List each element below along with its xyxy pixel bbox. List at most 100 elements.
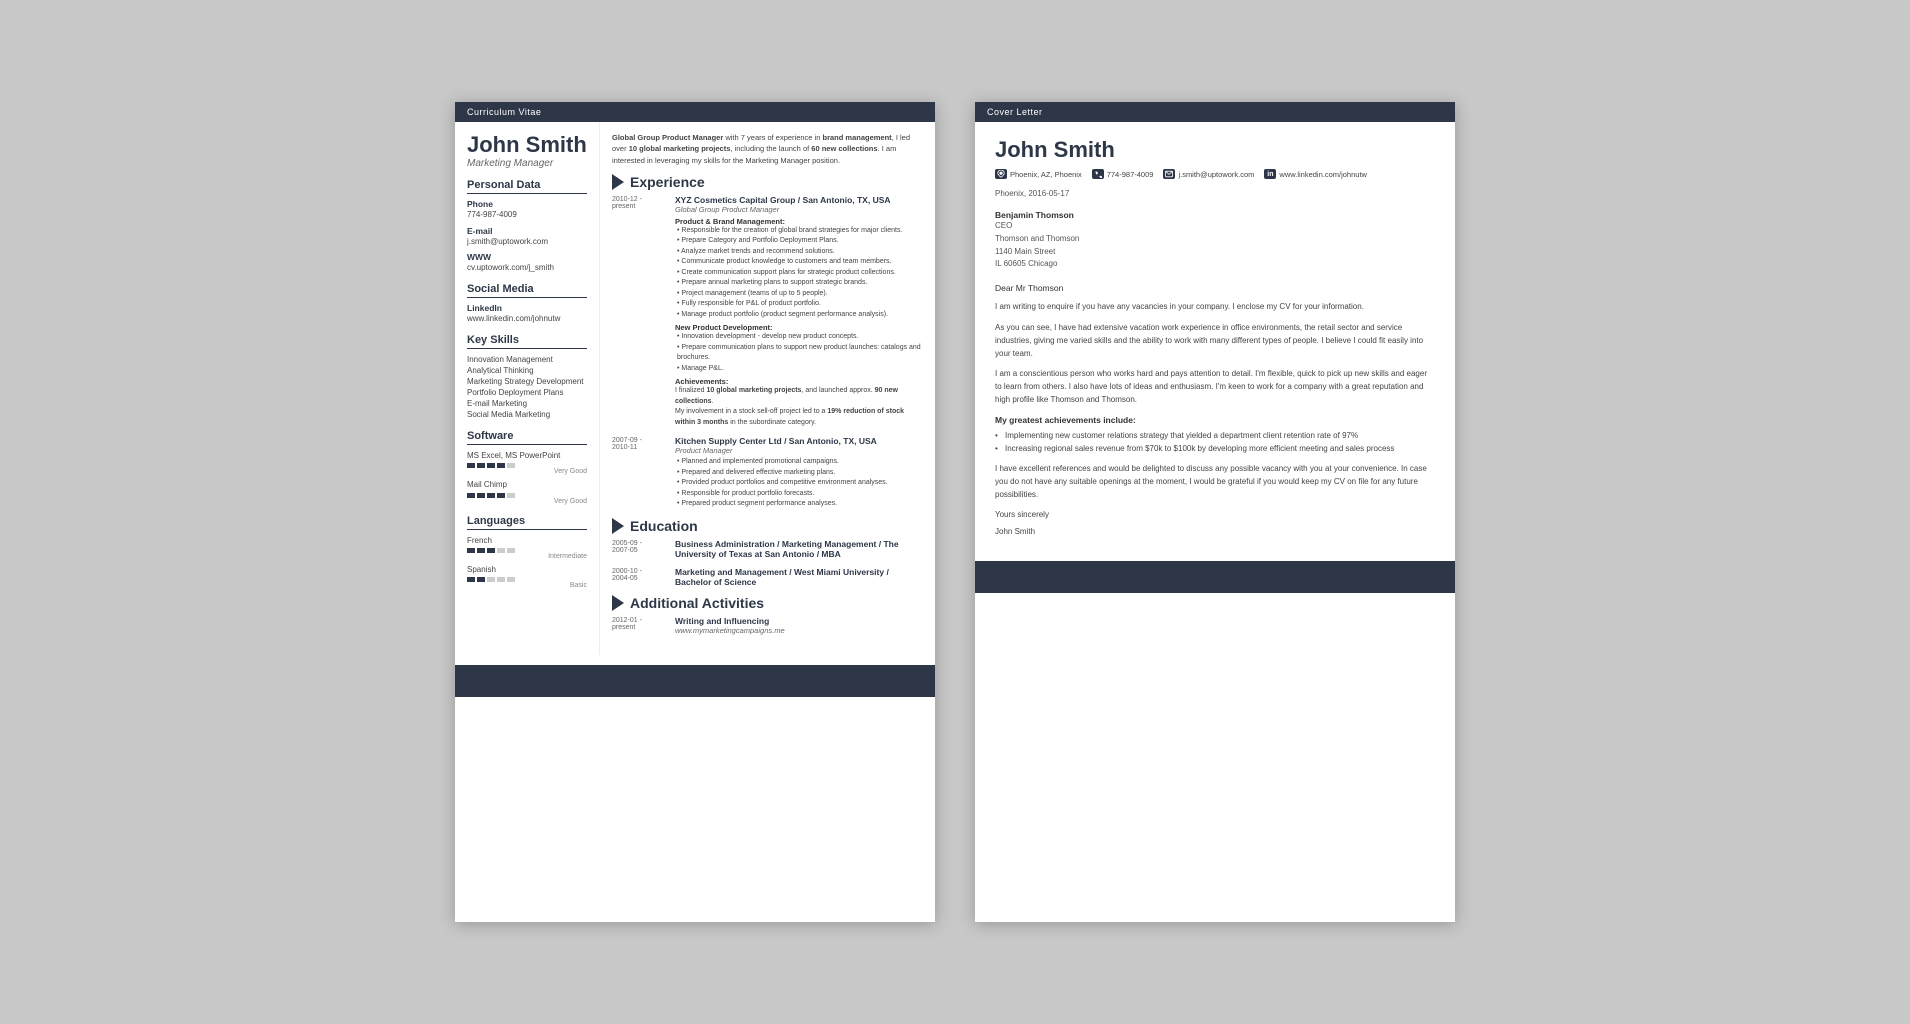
cl-header-label: Cover Letter bbox=[987, 107, 1043, 117]
cl-achievement1: Implementing new customer relations stra… bbox=[995, 430, 1435, 443]
skill-item: Analytical Thinking bbox=[467, 365, 587, 376]
linkedin-icon: in bbox=[1264, 169, 1276, 179]
skill-bar-dot bbox=[477, 493, 485, 498]
experience-entry-2: 2007-09 -2010-11 Kitchen Supply Center L… bbox=[612, 436, 923, 510]
exp1-content: XYZ Cosmetics Capital Group / San Antoni… bbox=[675, 195, 923, 429]
exp2-bullet1: • Planned and implemented promotional ca… bbox=[675, 457, 923, 468]
cv-main-content: Global Group Product Manager with 7 year… bbox=[600, 122, 935, 655]
cl-closing: Yours sincerely bbox=[995, 510, 1435, 519]
cv-job-title: Marketing Manager bbox=[467, 158, 587, 169]
key-skills-section: Key Skills bbox=[467, 334, 587, 349]
cl-paragraph4: I have excellent references and would be… bbox=[995, 463, 1435, 501]
cv-body: John Smith Marketing Manager Personal Da… bbox=[455, 122, 935, 655]
software1-level: Very Good bbox=[467, 468, 587, 475]
experience-title: Experience bbox=[630, 174, 705, 190]
edu2-institution: Marketing and Management / West Miami Un… bbox=[675, 567, 923, 587]
skill-item: Marketing Strategy Development bbox=[467, 376, 587, 387]
exp2-content: Kitchen Supply Center Ltd / San Antonio,… bbox=[675, 436, 923, 510]
software1-name: MS Excel, MS PowerPoint bbox=[467, 450, 587, 461]
exp1-npd1: • Innovation development - develop new p… bbox=[675, 332, 923, 343]
skill-bar-dot bbox=[487, 548, 495, 553]
edu-entry-2: 2000-10 -2004-05 Marketing and Managemen… bbox=[612, 567, 923, 587]
software2-level: Very Good bbox=[467, 498, 587, 505]
activities-header: Additional Activities bbox=[612, 595, 923, 611]
act1-content: Writing and Influencing www.mymarketingc… bbox=[675, 616, 923, 637]
education-header: Education bbox=[612, 518, 923, 534]
lang1-level: Intermediate bbox=[467, 553, 587, 560]
languages-section: Languages bbox=[467, 515, 587, 530]
exp1-bullet8: • Fully responsible for P&L of product p… bbox=[675, 299, 923, 310]
edu1-dates: 2005-09 -2007-05 bbox=[612, 539, 667, 559]
cv-name: John Smith bbox=[467, 132, 587, 158]
exp2-bullet5: • Prepared product segment performance a… bbox=[675, 499, 923, 510]
cl-phone: 774-987-4009 bbox=[1092, 169, 1154, 179]
software-section: Software bbox=[467, 430, 587, 445]
phone-icon bbox=[1092, 169, 1104, 179]
skill-bar-dot bbox=[497, 548, 505, 553]
skill-bar-dot bbox=[507, 493, 515, 498]
exp1-subsection2: New Product Development: bbox=[675, 323, 923, 332]
activities-arrow bbox=[612, 595, 624, 611]
exp1-bullet9: • Manage product portfolio (product segm… bbox=[675, 310, 923, 321]
cl-recipient-address: 1140 Main Street bbox=[995, 246, 1435, 259]
social-media-section: Social Media bbox=[467, 283, 587, 298]
cl-recipient-name: Benjamin Thomson bbox=[995, 210, 1435, 220]
email-label: E-mail bbox=[467, 226, 587, 236]
exp1-bullet4: • Communicate product knowledge to custo… bbox=[675, 257, 923, 268]
phone-value: 774-987-4009 bbox=[467, 209, 587, 220]
software2-name: Mail Chimp bbox=[467, 479, 587, 490]
cl-paragraph3: I am a conscientious person who works ha… bbox=[995, 368, 1435, 406]
exp1-dates: 2010-12 -present bbox=[612, 195, 667, 429]
exp2-bullet4: • Responsible for product portfolio fore… bbox=[675, 489, 923, 500]
exp1-bullet2: • Prepare Category and Portfolio Deploym… bbox=[675, 236, 923, 247]
exp1-subsection1: Product & Brand Management: bbox=[675, 217, 923, 226]
cv-intro: Global Group Product Manager with 7 year… bbox=[612, 132, 923, 166]
experience-entry-1: 2010-12 -present XYZ Cosmetics Capital G… bbox=[612, 195, 923, 429]
cl-linkedin-text: www.linkedin.com/johnutw bbox=[1279, 170, 1367, 179]
exp1-achievements-title: Achievements: bbox=[675, 377, 923, 386]
edu-entry-1: 2005-09 -2007-05 Business Administration… bbox=[612, 539, 923, 559]
exp1-bullet3: • Analyze market trends and recommend so… bbox=[675, 247, 923, 258]
cv-header-bar: Curriculum Vitae bbox=[455, 102, 935, 122]
skill-bar-dot bbox=[477, 548, 485, 553]
cl-achievement2: Increasing regional sales revenue from $… bbox=[995, 443, 1435, 456]
skill-bar-dot bbox=[487, 493, 495, 498]
edu2-dates: 2000-10 -2004-05 bbox=[612, 567, 667, 587]
skill-item: Social Media Marketing bbox=[467, 409, 587, 420]
cl-signature: John Smith bbox=[995, 527, 1435, 536]
skill-bar-dot bbox=[507, 548, 515, 553]
exp1-npd3: • Manage P&L. bbox=[675, 364, 923, 375]
skills-list: Innovation ManagementAnalytical Thinking… bbox=[467, 354, 587, 420]
lang2-name: Spanish bbox=[467, 564, 587, 575]
exp1-company: XYZ Cosmetics Capital Group / San Antoni… bbox=[675, 195, 923, 205]
cl-recipient: Benjamin Thomson CEO Thomson and Thomson… bbox=[995, 210, 1435, 271]
cl-paragraph1: I am writing to enquire if you have any … bbox=[995, 301, 1435, 314]
cl-email-text: j.smith@uptowork.com bbox=[1178, 170, 1254, 179]
exp1-bullet7: • Project management (teams of up to 5 p… bbox=[675, 289, 923, 300]
cl-achievements-title: My greatest achievements include: bbox=[995, 415, 1435, 425]
cl-phone-text: 774-987-4009 bbox=[1107, 170, 1154, 179]
skill-item: E-mail Marketing bbox=[467, 398, 587, 409]
exp2-dates: 2007-09 -2010-11 bbox=[612, 436, 667, 510]
skill-bar-dot bbox=[497, 577, 505, 582]
edu2-content: Marketing and Management / West Miami Un… bbox=[675, 567, 923, 587]
exp1-bullet1: • Responsible for the creation of global… bbox=[675, 226, 923, 237]
cl-location: Phoenix, AZ, Phoenix bbox=[995, 169, 1082, 179]
skill-bar-dot bbox=[487, 463, 495, 468]
personal-data-section: Personal Data bbox=[467, 179, 587, 194]
location-icon bbox=[995, 169, 1007, 179]
page-container: Curriculum Vitae John Smith Marketing Ma… bbox=[455, 102, 1455, 922]
exp2-company: Kitchen Supply Center Ltd / San Antonio,… bbox=[675, 436, 923, 446]
lang1-name: French bbox=[467, 535, 587, 546]
cl-header-bar: Cover Letter bbox=[975, 102, 1455, 122]
cl-body: John Smith Phoenix, AZ, Phoenix 774-987-… bbox=[975, 122, 1455, 551]
cl-recipient-title: CEO bbox=[995, 220, 1435, 233]
exp1-bullet6: • Prepare annual marketing plans to supp… bbox=[675, 278, 923, 289]
linkedin-label: LinkedIn bbox=[467, 303, 587, 313]
cv-document: Curriculum Vitae John Smith Marketing Ma… bbox=[455, 102, 935, 922]
skill-bar-dot bbox=[497, 493, 505, 498]
exp1-role: Global Group Product Manager bbox=[675, 205, 923, 214]
skill-bar-dot bbox=[477, 463, 485, 468]
exp1-ach1: I finalized 10 global marketing projects… bbox=[675, 386, 923, 407]
exp1-ach2: My involvement in a stock sell-off proje… bbox=[675, 407, 923, 428]
